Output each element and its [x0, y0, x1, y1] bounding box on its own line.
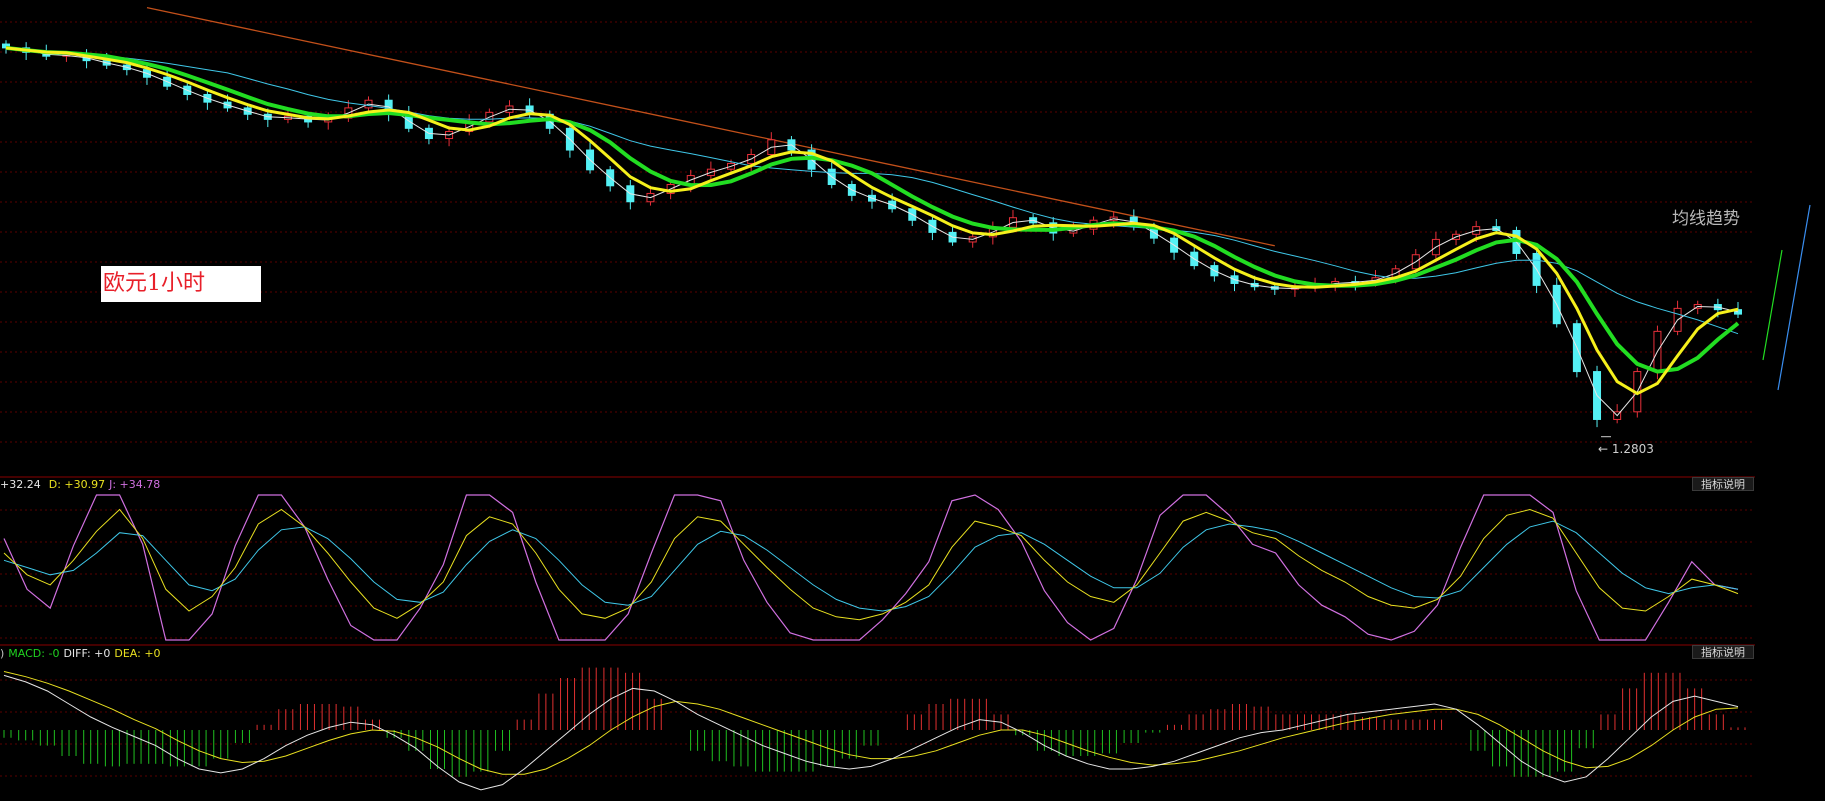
kdj-header: +32.24 D: +30.97 J: +34.78: [0, 478, 164, 491]
low-price-value: 1.2803: [1611, 442, 1654, 456]
kdj-help-button[interactable]: 指标说明: [1692, 477, 1754, 491]
macd-value: MACD: -0: [8, 647, 60, 660]
ma-trend-label: 均线趋势: [1672, 209, 1740, 229]
down-trendline: [146, 7, 1275, 247]
kdj-j-line: [3, 494, 1739, 641]
macd-help-button[interactable]: 指标说明: [1692, 645, 1754, 659]
ma-green-line: [5, 45, 1740, 374]
kdj-k-line: [3, 508, 1739, 621]
low-price-annotation: ← 1.2803: [1598, 442, 1654, 456]
kdj-k-value: +32.24: [0, 478, 41, 491]
macd-prefix: ): [0, 647, 5, 660]
ma-green-trend-arrow: [1762, 249, 1783, 361]
candlestick-chart: [0, 7, 1811, 791]
chart-title-box: 欧元1小时: [101, 266, 261, 302]
kdj-d-line: [3, 520, 1739, 612]
ma-blue-trend-arrow: [1777, 204, 1811, 391]
kdj-j-value: J: +34.78: [109, 478, 161, 491]
macd-diff-value: DIFF: +0: [63, 647, 111, 660]
ma-yellow-line: [5, 46, 1739, 396]
macd-dea-value: DEA: +0: [114, 647, 161, 660]
kdj-d-value: D: +30.97: [48, 478, 106, 491]
macd-header: ) MACD: -0 DIFF: +0 DEA: +0: [0, 647, 165, 660]
